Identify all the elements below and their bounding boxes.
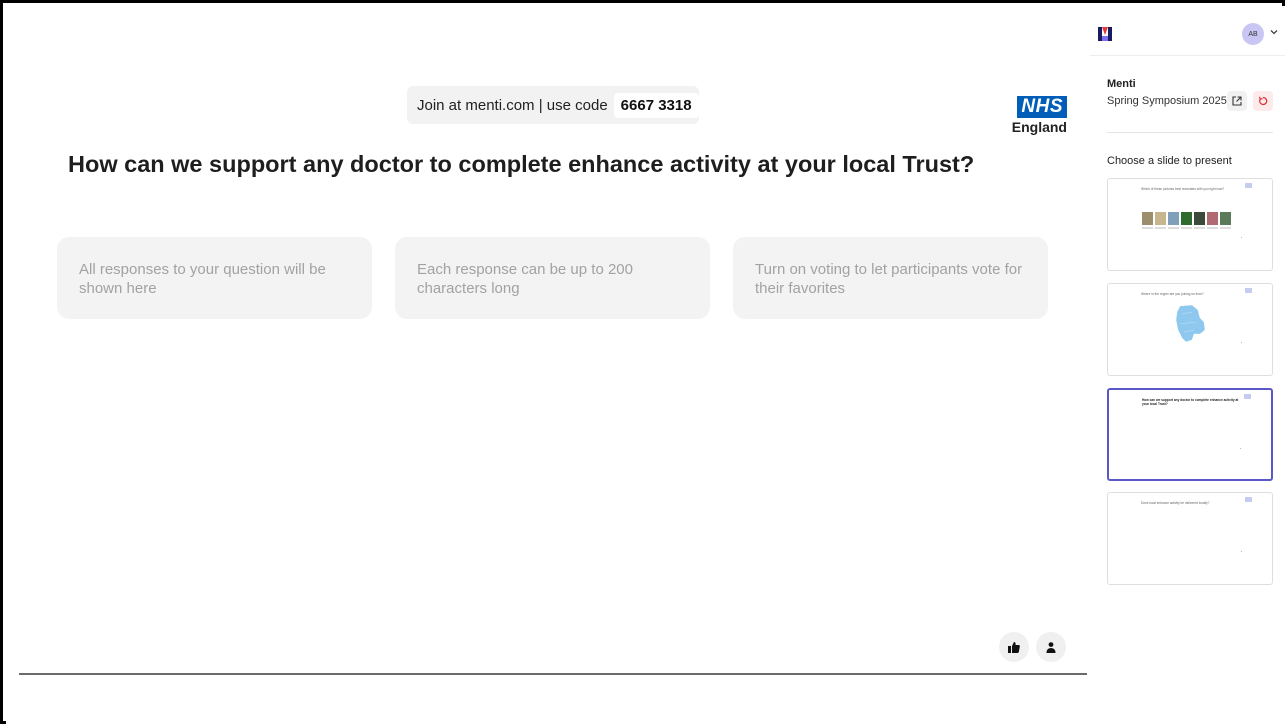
nhs-england-logo: NHS England [1007, 96, 1067, 135]
choose-slide-label: Choose a slide to present [1107, 155, 1232, 167]
slide-type-icon [1244, 394, 1251, 399]
slide-thumbnail-2[interactable]: Where in the region are you joining us f… [1107, 283, 1273, 376]
question-title: How can we support any doctor to complet… [68, 151, 975, 177]
placeholder-card: Each response can be up to 200 character… [395, 237, 710, 319]
thumbnail-title: How can we support any doctor to complet… [1142, 398, 1239, 406]
join-instructions: Join at menti.com | use code 6667 3318 [407, 86, 699, 124]
image-choice-grid [1142, 212, 1231, 225]
nhs-logo-subtitle: England [1011, 119, 1067, 135]
thumbs-up-icon [1008, 641, 1020, 653]
slide-type-icon [1245, 288, 1252, 293]
image-choice [1155, 212, 1166, 225]
image-choice [1168, 212, 1179, 225]
reactions-button[interactable] [999, 632, 1029, 662]
image-choice [1194, 212, 1205, 225]
thumbnail-marker [1240, 448, 1241, 449]
image-choice [1181, 212, 1192, 225]
chevron-down-icon[interactable] [1270, 29, 1278, 35]
image-caption-row [1142, 227, 1231, 229]
thumbnail-title: Which of these pictures best resonates w… [1141, 187, 1225, 191]
placeholder-card: Turn on voting to let participants vote … [733, 237, 1048, 319]
mentimeter-logo-icon [1098, 27, 1112, 41]
nhs-logo-mark: NHS [1017, 96, 1067, 118]
join-code: 6667 3318 [613, 92, 699, 118]
thumbnail-title: Where in the region are you joining us f… [1141, 292, 1204, 296]
placeholder-card: All responses to your question will be s… [57, 237, 372, 319]
slide-type-icon [1245, 183, 1252, 188]
image-choice [1207, 212, 1218, 225]
user-avatar[interactable]: AB [1242, 23, 1264, 45]
presentation-slide: Join at menti.com | use code 6667 3318 N… [6, 6, 1090, 724]
presenter-sidebar: AB Menti Spring Symposium 2025 Choose a … [1090, 6, 1285, 724]
open-external-button[interactable] [1227, 91, 1247, 111]
external-link-icon [1232, 96, 1242, 106]
thumbnail-marker [1241, 237, 1242, 238]
thumbnail-marker [1241, 551, 1242, 552]
presentation-name: Spring Symposium 2025 [1107, 95, 1227, 107]
workspace-name: Menti [1107, 78, 1136, 90]
slide-thumbnail-1[interactable]: Which of these pictures best resonates w… [1107, 178, 1273, 271]
app-frame: Join at menti.com | use code 6667 3318 N… [0, 0, 1285, 724]
reset-results-button[interactable] [1253, 91, 1273, 111]
slide-thumbnail-4[interactable]: Does local enhance activity be delivered… [1107, 492, 1273, 585]
reset-icon [1258, 96, 1268, 106]
person-icon [1046, 641, 1056, 653]
thumbnail-marker [1241, 342, 1242, 343]
region-map [1175, 304, 1206, 343]
divider [1107, 132, 1273, 133]
divider [1090, 55, 1285, 56]
slide-thumbnail-3-selected[interactable]: How can we support any doctor to complet… [1107, 388, 1273, 481]
join-text: Join at menti.com | use code [417, 96, 608, 114]
progress-divider [19, 673, 1087, 675]
slide-type-icon [1245, 497, 1252, 502]
image-choice [1220, 212, 1231, 225]
image-choice [1142, 212, 1153, 225]
participants-button[interactable] [1036, 632, 1066, 662]
thumbnail-title: Does local enhance activity be delivered… [1141, 501, 1210, 505]
